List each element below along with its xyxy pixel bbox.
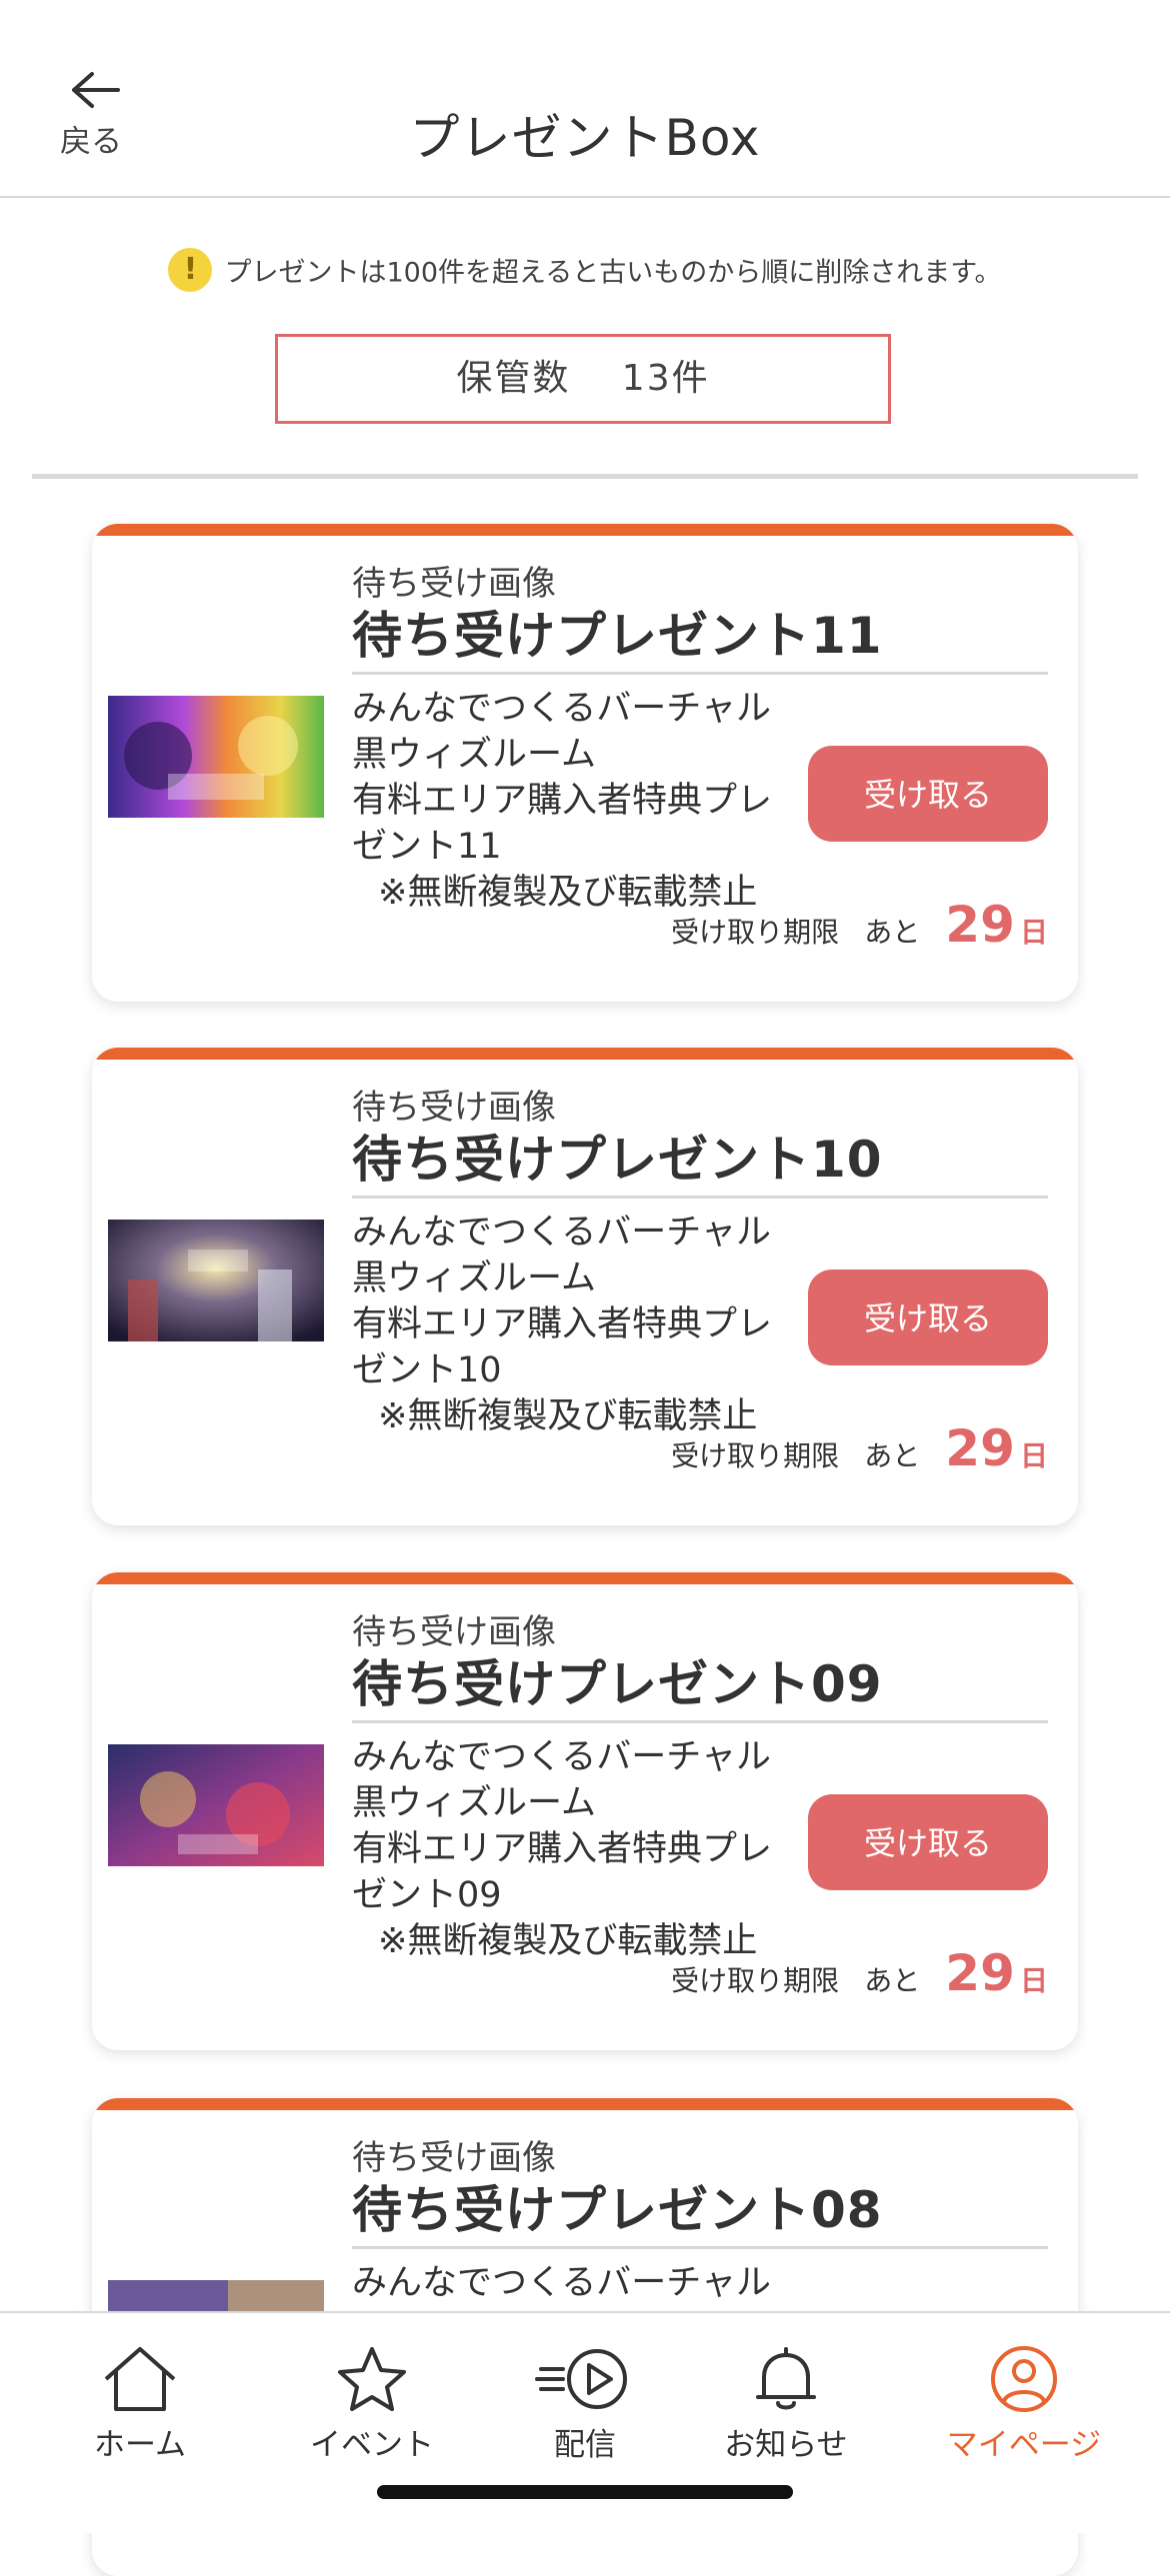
tab-label: お知らせ [724,2427,848,2463]
tab-stream[interactable]: 配信 [485,2345,685,2464]
present-description: みんなでつくるバーチャル [352,2260,792,2306]
receive-button[interactable]: 受け取る [808,1270,1048,1365]
remaining-days: 29 [945,1944,1015,2002]
remaining-days: 29 [945,1419,1015,1477]
deadline-label: 受け取り期限 [671,916,840,949]
deadline-label: 受け取り期限 [671,1439,840,1472]
home-indicator [377,2485,793,2499]
tab-event[interactable]: イベント [272,2345,472,2464]
receive-button[interactable]: 受け取る [808,746,1048,842]
remaining-unit: 日 [1019,1439,1048,1472]
tab-home[interactable]: ホーム [40,2345,240,2464]
tab-mypage[interactable]: マイページ [924,2345,1124,2464]
deletion-notice: ! プレゼントは100件を超えると古いものから順に削除されます。 [0,248,1170,292]
deadline-label: 受け取り期限 [671,1964,840,1997]
description-line: 有料エリア購入者特典プレ [352,1829,773,1869]
play-stream-icon [535,2349,627,2409]
present-card: 待ち受け画像 待ち受けプレゼント10 みんなでつくるバーチャル 黒ウィズルーム … [92,1048,1078,1525]
bottom-tab-bar: ホーム イベント 配信 お知らせ マイページ [0,2311,1170,2533]
description-line: 黒ウィズルーム [352,1783,596,1823]
notice-text: プレゼントは100件を超えると古いものから順に削除されます。 [224,257,1002,289]
description-line: ゼント11 [352,827,502,867]
description-line: みんなでつくるバーチャル [352,689,771,729]
description-line: 黒ウィズルーム [352,1259,596,1298]
header-bar: 戻る プレゼントBox [0,0,1170,198]
present-card: 待ち受け画像 待ち受けプレゼント09 みんなでつくるバーチャル 黒ウィズルーム … [92,1572,1078,2050]
card-separator [352,2246,1048,2249]
tab-label: イベント [310,2427,434,2463]
receive-button[interactable]: 受け取る [808,1794,1048,1890]
section-divider [32,474,1138,479]
card-separator [352,1196,1048,1199]
remaining-prefix: あと [864,916,921,949]
present-name: 待ち受けプレゼント08 [352,2181,883,2239]
description-line: 有料エリア購入者特典プレ [352,1304,773,1344]
present-card: 待ち受け画像 待ち受けプレゼント11 みんなでつくるバーチャル 黒ウィズルーム … [92,524,1078,1002]
card-accent-bar [92,1048,1078,1060]
description-line: 有料エリア購入者特典プレ [352,781,773,821]
description-line: みんなでつくるバーチャル [352,2263,771,2303]
card-separator [352,672,1048,675]
description-line: ゼント10 [352,1350,502,1390]
warning-icon: ! [168,248,213,292]
deadline-row: 受け取り期限 あと 29 日 [671,896,1048,954]
description-line: みんなでつくるバーチャル [352,1737,771,1777]
tab-label: マイページ [946,2427,1102,2463]
present-description: みんなでつくるバーチャル 黒ウィズルーム 有料エリア購入者特典プレ ゼント09 … [352,1734,792,1964]
deadline-row: 受け取り期限 あと 29 日 [671,1419,1048,1477]
remaining-unit: 日 [1019,916,1048,949]
remaining-days: 29 [945,896,1015,954]
storage-count: 保管数 13件 [275,334,891,424]
present-name: 待ち受けプレゼント10 [352,1131,883,1189]
remaining-prefix: あと [864,1964,921,1997]
page-title: プレゼントBox [409,109,761,167]
card-accent-bar [92,1572,1078,1584]
wallpaper-thumbnail [108,1220,324,1341]
wallpaper-thumbnail [108,1744,324,1866]
card-separator [352,1720,1048,1723]
present-description: みんなでつくるバーチャル 黒ウィズルーム 有料エリア購入者特典プレ ゼント10 … [352,1210,792,1439]
remaining-unit: 日 [1019,1964,1048,1997]
tab-notifications[interactable]: お知らせ [686,2345,886,2464]
user-icon [991,2346,1057,2412]
bell-icon [756,2347,816,2410]
description-line: ゼント09 [352,1875,502,1915]
home-icon [104,2347,176,2411]
wallpaper-thumbnail [108,696,324,818]
present-description: みんなでつくるバーチャル 黒ウィズルーム 有料エリア購入者特典プレ ゼント11 … [352,686,792,916]
tab-label: 配信 [554,2427,616,2463]
description-line: みんなでつくるバーチャル [352,1213,771,1253]
remaining-prefix: あと [864,1439,921,1472]
description-line: 黒ウィズルーム [352,735,596,775]
card-accent-bar [92,524,1078,536]
deadline-row: 受け取り期限 あと 29 日 [671,1944,1048,2002]
card-accent-bar [92,2098,1078,2110]
present-name: 待ち受けプレゼント09 [352,1655,883,1713]
tab-label: ホーム [93,2427,187,2463]
present-name: 待ち受けプレゼント11 [352,607,883,665]
star-icon [338,2347,406,2411]
